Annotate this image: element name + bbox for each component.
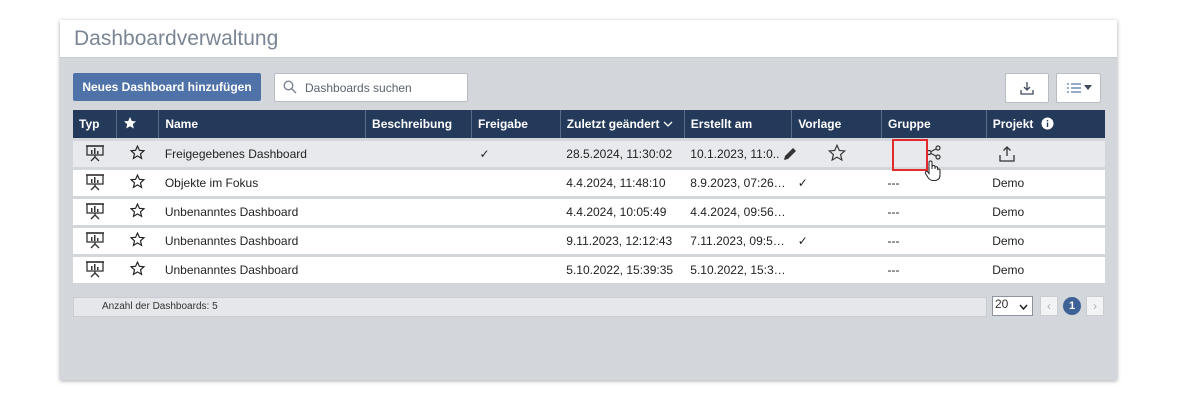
col-projekt-label: Projekt [992,117,1034,131]
col-name[interactable]: Name [158,110,367,140]
table-header: Typ Name Beschreibung Freigabe Zuletzt g… [73,110,1105,140]
col-freigabe[interactable]: Freigabe [471,110,561,140]
row-freigabe: ✓ [471,138,561,169]
chevron-down-icon [1019,304,1028,310]
row-zuletzt: 4.4.2024, 10:05:49 [560,196,685,227]
chevron-down-icon [1083,85,1092,90]
search-icon [283,80,297,94]
row-projekt: Demo [986,225,1091,256]
table-row[interactable]: Unbenanntes Dashboard 4.4.2024, 10:05:49… [73,196,1105,227]
export-button[interactable] [1005,73,1049,103]
row-name[interactable]: Freigegebenes Dashboard [158,138,366,169]
page-size-value: 20 [995,297,1009,311]
row-vorlage: ✓ [791,167,882,198]
page-title: Dashboardverwaltung [74,27,279,50]
col-vorlage[interactable]: Vorlage [791,110,882,140]
upload-icon[interactable] [998,145,1016,163]
set-template-star-icon[interactable] [791,138,882,169]
row-vorlage [791,254,882,283]
favorite-star-icon[interactable] [116,254,159,283]
presentation-icon [73,138,117,169]
row-projekt: Demo [986,254,1091,283]
title-bar: Dashboardverwaltung [60,20,1117,58]
row-delete-cell [1090,138,1105,169]
row-erstellt: 8.9.2023, 07:26… [684,167,792,198]
row-vorlage [791,196,882,227]
current-page-indicator[interactable]: 1 [1063,297,1081,315]
search-box[interactable] [274,73,468,102]
favorite-star-icon[interactable] [116,138,159,169]
prev-page-button[interactable]: ‹ [1040,296,1058,316]
table-row[interactable]: Unbenanntes Dashboard 9.11.2023, 12:12:4… [73,225,1105,256]
col-beschreibung[interactable]: Beschreibung [365,110,472,140]
search-input[interactable] [303,78,465,98]
hand-cursor-icon [924,160,941,181]
download-icon [1020,82,1034,95]
row-freigabe [471,196,561,227]
row-name[interactable]: Unbenanntes Dashboard [158,254,366,283]
column-menu-button[interactable] [1056,73,1101,103]
row-freigabe [471,254,561,283]
row-erstellt-text: 10.1.2023, 11:0.. [690,147,780,161]
row-name[interactable]: Objekte im Fokus [158,167,366,198]
row-erstellt: 10.1.2023, 11:0.. [684,138,796,169]
table-row[interactable]: Objekte im Fokus 4.4.2024, 11:48:10 8.9.… [73,167,1105,198]
dashboard-count: Anzahl der Dashboards: 5 [102,301,218,312]
col-typ[interactable]: Typ [73,110,118,140]
favorite-star-icon[interactable] [116,167,159,198]
row-beschreibung [365,196,472,227]
table-row[interactable]: Unbenanntes Dashboard 5.10.2022, 15:39:3… [73,254,1105,283]
page-size-select[interactable]: 20 [992,296,1033,316]
dashboard-manager-window: Dashboardverwaltung Neues Dashboard hinz… [60,20,1117,380]
row-gruppe: --- [881,254,987,283]
row-projekt: Demo [986,167,1091,198]
row-name[interactable]: Unbenanntes Dashboard [158,225,366,256]
col-erstellt[interactable]: Erstellt am [684,110,793,140]
col-zuletzt[interactable]: Zuletzt geändert [560,110,685,140]
col-zuletzt-label: Zuletzt geändert [566,117,660,131]
row-zuletzt: 9.11.2023, 12:12:43 [560,225,685,256]
row-beschreibung [365,138,472,169]
row-erstellt: 7.11.2023, 09:5… [684,225,792,256]
presentation-icon [73,167,117,198]
list-icon [1066,83,1081,93]
favorite-star-icon[interactable] [116,196,159,227]
row-zuletzt: 5.10.2022, 15:39:35 [560,254,685,283]
edit-icon[interactable] [782,146,798,162]
row-vorlage: ✓ [791,225,882,256]
row-beschreibung [365,225,472,256]
row-erstellt: 5.10.2022, 15:3… [684,254,792,283]
row-actions [986,138,1091,169]
next-page-button[interactable]: › [1086,296,1104,316]
dashboards-table: Typ Name Beschreibung Freigabe Zuletzt g… [73,110,1105,283]
row-projekt: Demo [986,196,1091,227]
row-name[interactable]: Unbenanntes Dashboard [158,196,366,227]
table-footer: Anzahl der Dashboards: 5 [73,297,987,317]
row-zuletzt: 4.4.2024, 11:48:10 [560,167,685,198]
table-row[interactable]: Freigegebenes Dashboard ✓ 28.5.2024, 11:… [73,138,1105,169]
row-freigabe [471,225,561,256]
add-dashboard-button[interactable]: Neues Dashboard hinzufügen [73,73,261,101]
col-gruppe[interactable]: Gruppe [881,110,987,140]
row-gruppe: --- [881,225,987,256]
info-icon [1041,117,1054,130]
row-zuletzt: 28.5.2024, 11:30:02 [560,138,685,169]
presentation-icon [73,254,117,283]
star-filled-icon [124,116,137,128]
col-projekt[interactable]: Projekt [986,110,1105,140]
row-erstellt: 4.4.2024, 09:56… [684,196,792,227]
favorite-star-icon[interactable] [116,225,159,256]
row-freigabe [471,167,561,198]
row-beschreibung [365,254,472,283]
row-gruppe: --- [881,196,987,227]
presentation-icon [73,196,117,227]
sort-desc-icon [663,121,673,127]
col-favorite[interactable] [116,110,160,140]
row-beschreibung [365,167,472,198]
presentation-icon [73,225,117,256]
